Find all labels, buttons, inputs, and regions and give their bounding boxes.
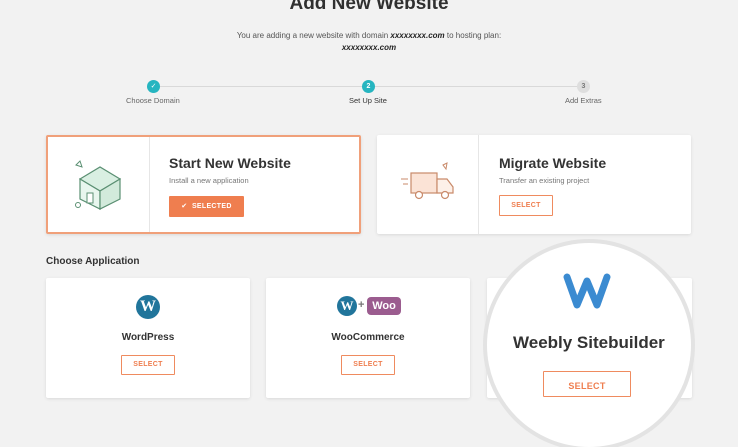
step-2-label: Set Up Site [349,96,387,105]
step-2-number: 2 [362,80,375,93]
woocommerce-icon: W + Woo [337,296,401,320]
weebly-icon [561,269,617,313]
migrate-card-subtitle: Transfer an existing project [499,176,590,185]
migrate-select-button[interactable]: SELECT [499,195,553,216]
truck-icon [399,161,459,205]
step-1-label: Choose Domain [126,96,180,105]
subtitle-prefix: You are adding a new website with domain [236,31,389,40]
weebly-highlight-circle[interactable]: Weebly Sitebuilder SELECT [487,243,691,447]
woocommerce-name: WooCommerce [331,332,405,343]
page-title: Add New Website [289,0,449,14]
wordpress-card[interactable]: W WordPress SELECT [46,278,250,398]
woo-badge: Woo [367,297,401,315]
wordpress-select-button[interactable]: SELECT [121,355,175,375]
hosting-plan: xxxxxxxx.com [341,43,397,52]
selected-button[interactable]: ✔ SELECTED [169,196,244,217]
start-card-title: Start New Website [169,155,291,171]
wordpress-name: WordPress [121,332,175,343]
plus-icon: + [358,299,365,311]
selected-button-label: SELECTED [191,203,232,210]
woocommerce-card[interactable]: W + Woo WooCommerce SELECT [266,278,470,398]
step-3-label: Add Extras [565,96,602,105]
migrate-website-card[interactable]: Migrate Website Transfer an existing pro… [377,135,691,234]
woocommerce-select-button[interactable]: SELECT [341,355,395,375]
card-divider [149,137,150,232]
card-divider [478,135,479,234]
wordpress-icon: W [136,295,160,319]
migrate-card-title: Migrate Website [499,155,607,171]
subtitle-suffix: to hosting plan: [446,31,502,40]
weebly-name: Weebly Sitebuilder [513,333,665,352]
start-card-subtitle: Install a new application [169,176,249,185]
choose-application-label: Choose Application [46,256,140,267]
step-1-check-icon: ✓ [147,80,160,93]
check-icon: ✔ [181,203,188,210]
wordpress-mini-icon: W [337,296,357,316]
start-new-website-card[interactable]: Start New Website Install a new applicat… [46,135,361,234]
domain-name: xxxxxxxx.com [390,31,445,40]
page-subtitle: You are adding a new website with domain… [0,31,738,40]
house-icon [70,159,130,211]
weebly-select-button[interactable]: SELECT [543,371,631,397]
step-3-number: 3 [577,80,590,93]
